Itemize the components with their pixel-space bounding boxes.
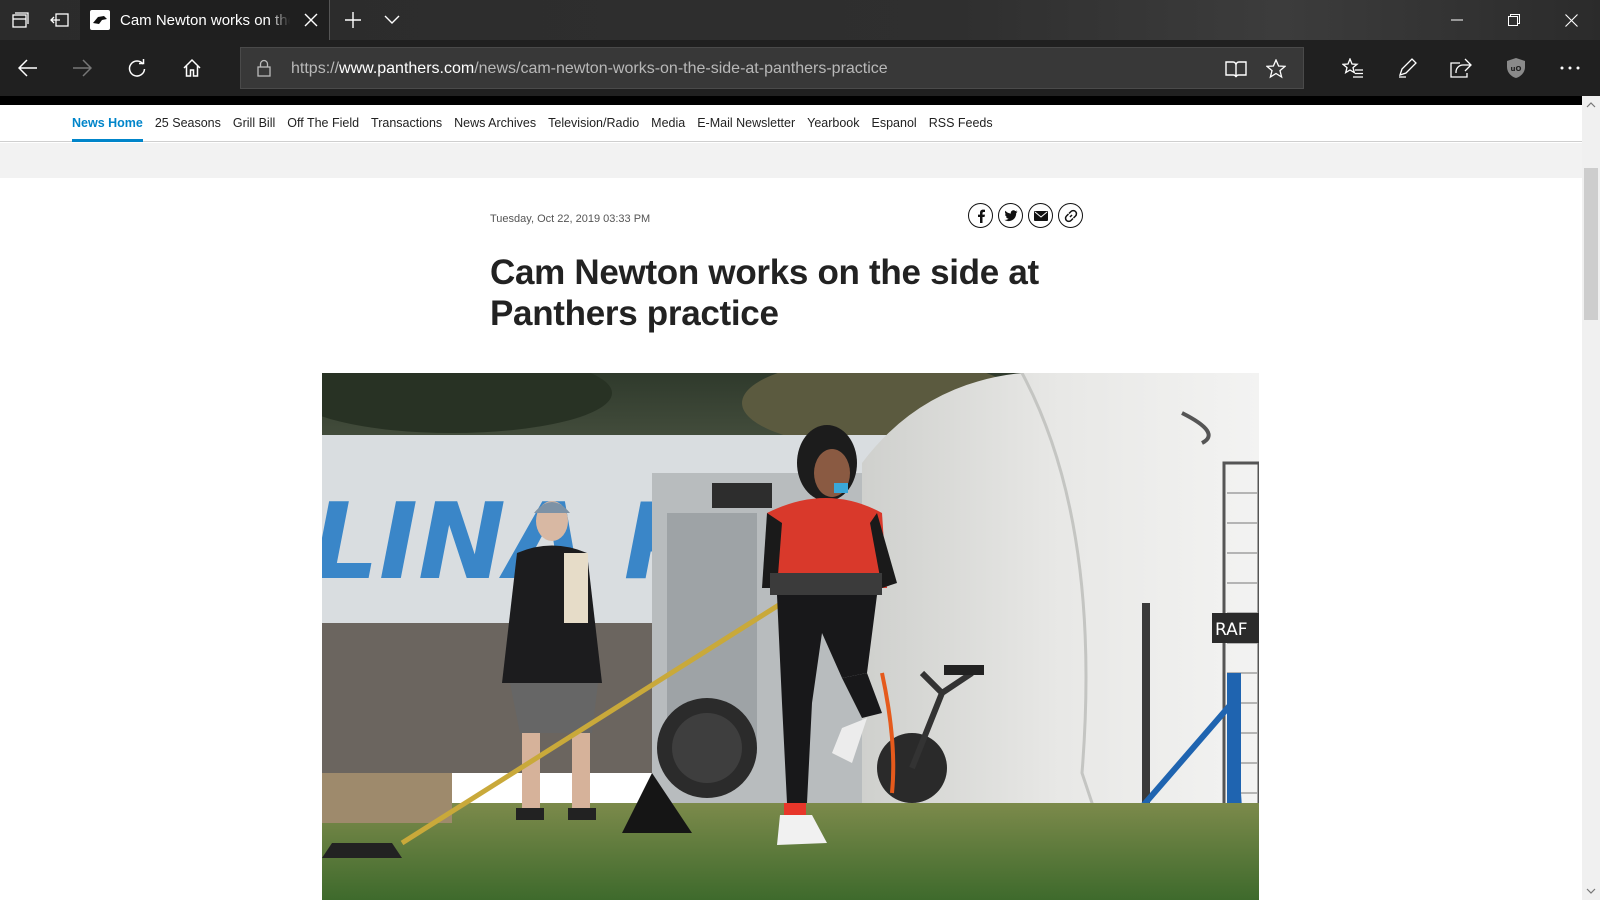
subnav-item-25-seasons[interactable]: 25 Seasons: [155, 105, 221, 142]
url-text[interactable]: https://www.panthers.com/news/cam-newton…: [291, 60, 888, 78]
restore-button[interactable]: [1486, 0, 1542, 40]
forward-button[interactable]: [62, 48, 102, 88]
more-dots-icon: [1560, 66, 1580, 70]
news-subnav-list: News Home 25 Seasons Grill Bill Off The Fie…: [72, 105, 1005, 142]
subnav-item-media[interactable]: Media: [651, 105, 685, 142]
subnav-item-rss-feeds[interactable]: RSS Feeds: [929, 105, 993, 142]
subnav-item-yearbook[interactable]: Yearbook: [807, 105, 859, 142]
pen-icon: [1398, 58, 1417, 78]
subnav-item-transactions[interactable]: Transactions: [371, 105, 442, 142]
tab-close-button[interactable]: [301, 10, 321, 30]
set-aside-tabs-button[interactable]: [40, 0, 80, 40]
subnav-item-news-home[interactable]: News Home: [72, 105, 143, 142]
reading-view-button[interactable]: [1216, 49, 1256, 89]
add-favorite-button[interactable]: [1256, 49, 1296, 89]
favorites-list-icon: [1342, 58, 1363, 78]
scrollbar-thumb[interactable]: [1584, 168, 1598, 320]
favorites-hub-button[interactable]: [1333, 48, 1373, 88]
svg-text:uO: uO: [1511, 65, 1522, 73]
ad-band: [0, 143, 1582, 178]
chevron-down-icon: [1586, 888, 1596, 894]
article-hero-image: LINA PA RAF: [322, 373, 1259, 900]
facebook-share-button[interactable]: [968, 203, 993, 228]
star-icon: [1266, 59, 1286, 79]
subnav-item-television-radio[interactable]: Television/Radio: [548, 105, 639, 142]
site-header-band: [0, 96, 1582, 105]
new-tab-button[interactable]: [333, 0, 373, 40]
chevron-down-icon: [384, 15, 400, 24]
plus-icon: [345, 12, 361, 28]
tab-title: Cam Newton works on the side at Panthers…: [120, 11, 290, 29]
sign-text: RAF: [1215, 620, 1248, 640]
navigation-bar: https://www.panthers.com/news/cam-newton…: [0, 40, 1600, 96]
mail-icon: [1033, 210, 1048, 221]
link-icon: [1064, 209, 1077, 222]
share-icon: [1450, 58, 1472, 78]
news-subnav: News Home 25 Seasons Grill Bill Off The Fie…: [0, 105, 1582, 142]
web-page: News Home 25 Seasons Grill Bill Off The Fie…: [0, 96, 1582, 900]
active-tab[interactable]: Cam Newton works on the side at Panthers…: [80, 0, 330, 40]
subnav-item-espanol[interactable]: Espanol: [872, 105, 917, 142]
url-host: www.panthers.com: [339, 60, 475, 77]
url-path: /news/cam-newton-works-on-the-side-at-pa…: [474, 60, 888, 77]
close-window-button[interactable]: [1543, 0, 1599, 40]
close-icon: [1564, 13, 1578, 27]
web-note-button[interactable]: [1387, 48, 1427, 88]
panthers-favicon-icon: [90, 10, 110, 30]
article-date: Tuesday, Oct 22, 2019 03:33 PM: [490, 213, 651, 225]
scroll-down-button[interactable]: [1582, 882, 1600, 900]
tab-bar: Cam Newton works on the side at Panthers…: [0, 0, 1600, 40]
address-bar[interactable]: https://www.panthers.com/news/cam-newton…: [240, 47, 1304, 89]
minimize-button[interactable]: [1429, 0, 1485, 40]
subnav-item-e-mail-newsletter[interactable]: E-Mail Newsletter: [697, 105, 795, 142]
arrow-left-icon: [18, 59, 37, 77]
subnav-item-news-archives[interactable]: News Archives: [454, 105, 536, 142]
facebook-icon: [977, 209, 985, 223]
subnav-item-grill-bill[interactable]: Grill Bill: [233, 105, 275, 142]
twitter-icon: [1003, 209, 1017, 221]
more-menu-button[interactable]: [1550, 48, 1590, 88]
share-icons: [968, 203, 1088, 228]
twitter-share-button[interactable]: [998, 203, 1023, 228]
home-icon: [183, 58, 201, 77]
back-button[interactable]: [8, 48, 48, 88]
ublock-extension-button[interactable]: uO: [1496, 48, 1536, 88]
book-icon: [1225, 61, 1247, 78]
copy-link-button[interactable]: [1058, 203, 1083, 228]
tab-preview-button[interactable]: [372, 0, 412, 40]
ublock-shield-icon: uO: [1507, 58, 1525, 78]
lock-icon: [257, 59, 271, 77]
subnav-item-off-the-field[interactable]: Off The Field: [287, 105, 359, 142]
arrow-right-icon: [73, 59, 92, 77]
chevron-up-icon: [1586, 102, 1596, 108]
page-scrollbar[interactable]: [1582, 96, 1600, 900]
tabs-aside-icon: [12, 12, 29, 28]
article-headline: Cam Newton works on the side at Panthers…: [490, 253, 1039, 333]
home-button[interactable]: [172, 48, 212, 88]
practice-photo: LINA PA RAF: [322, 373, 1259, 900]
set-aside-icon: [50, 13, 69, 27]
restore-icon: [1508, 14, 1520, 26]
minimize-icon: [1451, 19, 1463, 21]
close-icon: [304, 13, 318, 27]
refresh-icon: [128, 59, 146, 77]
email-share-button[interactable]: [1028, 203, 1053, 228]
scroll-up-button[interactable]: [1582, 96, 1600, 114]
url-scheme: https://: [291, 60, 340, 77]
share-button[interactable]: [1441, 48, 1481, 88]
tab-actions-button[interactable]: [0, 0, 40, 40]
refresh-button[interactable]: [117, 48, 157, 88]
